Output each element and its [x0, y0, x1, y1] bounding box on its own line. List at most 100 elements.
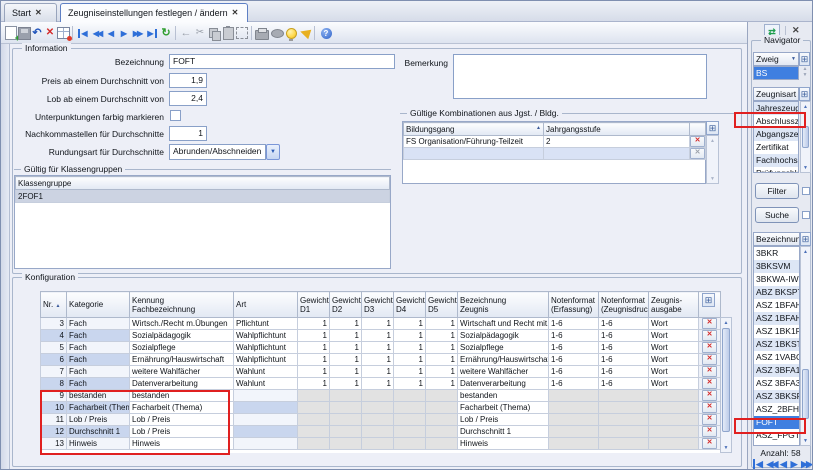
list-item[interactable]: ASZ 3BFA1 Helfer — [754, 364, 799, 377]
cell[interactable]: 6 — [41, 354, 67, 366]
cell[interactable]: 1 — [298, 366, 330, 378]
cell[interactable]: 5 — [41, 342, 67, 354]
column-header-kennung[interactable]: KennungFachbezeichnung — [130, 292, 234, 318]
scroll-up-icon[interactable]: ▲ — [707, 136, 718, 145]
filter-checkbox[interactable] — [802, 187, 810, 195]
cell[interactable]: 4 — [41, 330, 67, 342]
zweig-mini-scrollbar[interactable]: ▲ ▼ — [800, 66, 810, 78]
scrollbar-thumb[interactable] — [722, 328, 730, 432]
delete-row-button[interactable]: ✕ — [702, 366, 717, 377]
cell[interactable]: 1-6 — [549, 342, 599, 354]
paste-button[interactable] — [221, 25, 235, 41]
scroll-down-icon[interactable]: ▼ — [707, 174, 718, 183]
dataset-button[interactable] — [56, 25, 70, 41]
cell[interactable]: 1 — [330, 354, 362, 366]
delete-row-button[interactable]: ✕ — [702, 378, 717, 389]
cell[interactable]: Wort — [649, 318, 699, 330]
cell[interactable]: weitere Wahlfächer — [458, 366, 549, 378]
cell[interactable]: 2FOF1 — [16, 190, 390, 203]
column-header-gewicht-d1[interactable]: GewichtD1 — [298, 292, 330, 318]
cell[interactable]: 1 — [394, 342, 426, 354]
table-row[interactable]: 4FachSozialpädagogikWahlpflichtunt11111S… — [41, 330, 721, 342]
list-item[interactable]: 3BKSVM — [754, 260, 799, 273]
unterpunktungen-checkbox[interactable] — [170, 110, 181, 121]
cell[interactable]: 1 — [298, 330, 330, 342]
cell[interactable]: Hinweis — [458, 438, 549, 450]
cell[interactable]: 1-6 — [549, 354, 599, 366]
cell[interactable]: 1-6 — [549, 366, 599, 378]
cell[interactable]: 1 — [362, 342, 394, 354]
new-record-button[interactable]: + — [4, 25, 18, 41]
history-back-button[interactable]: ← — [179, 25, 193, 41]
list-item[interactable]: Prüfungsblatt — [754, 167, 798, 173]
delete-row-button[interactable]: ✕ — [702, 426, 717, 437]
cell[interactable]: Facharbeit (Thema) — [458, 402, 549, 414]
cell[interactable] — [404, 148, 544, 160]
cell[interactable]: Fach — [67, 378, 130, 390]
cell[interactable]: 1 — [330, 342, 362, 354]
cell[interactable]: Fach — [67, 342, 130, 354]
cell[interactable] — [234, 414, 298, 426]
zeugnisart-grid-button[interactable]: ⊞ — [799, 87, 810, 101]
hint-button[interactable] — [284, 25, 298, 41]
list-item[interactable]: ABZ BKSPT — [754, 286, 799, 299]
column-header-gewicht-d5[interactable]: GewichtD5 — [426, 292, 458, 318]
cell[interactable]: 1-6 — [599, 378, 649, 390]
cell[interactable]: 1 — [298, 342, 330, 354]
scroll-down-icon[interactable]: ▼ — [801, 436, 810, 445]
cell[interactable]: 1 — [330, 318, 362, 330]
cell[interactable]: Fach — [67, 330, 130, 342]
cell[interactable] — [234, 426, 298, 438]
cell[interactable]: Fach — [67, 354, 130, 366]
cell[interactable]: 1 — [426, 330, 458, 342]
cell[interactable] — [234, 390, 298, 402]
cell[interactable]: 1 — [394, 318, 426, 330]
go-first-button[interactable]: ◀ — [76, 25, 90, 41]
cell[interactable]: 1-6 — [599, 342, 649, 354]
cell[interactable]: 7 — [41, 366, 67, 378]
copy-button[interactable] — [207, 25, 221, 41]
cell[interactable]: Fach — [67, 318, 130, 330]
cell[interactable]: Durchschnitt 1 — [458, 426, 549, 438]
list-item[interactable]: ASZ 1BFAHT — [754, 299, 799, 312]
cell[interactable]: Sozialpädagogik — [458, 330, 549, 342]
table-row[interactable]: 7Fachweitere WahlfächerWahlunt11111weite… — [41, 366, 721, 378]
list-item[interactable]: 3BKR — [754, 247, 799, 260]
cell[interactable]: 1-6 — [599, 330, 649, 342]
cell[interactable]: bestanden — [458, 390, 549, 402]
delete-row-button[interactable]: ✕ — [702, 414, 717, 425]
cell[interactable]: Pflichtunt — [234, 318, 298, 330]
cell[interactable]: 1 — [298, 378, 330, 390]
cell[interactable]: 1 — [330, 378, 362, 390]
cell[interactable]: 1 — [298, 318, 330, 330]
go-first-button[interactable]: ◀ — [753, 459, 763, 470]
delete-row-button[interactable]: ✕ — [702, 402, 717, 413]
refresh-button[interactable]: ↻ — [159, 25, 173, 41]
column-header-kategorie[interactable]: Kategorie — [67, 292, 130, 318]
kombinationen-scrollbar[interactable]: ▲ ▼ — [706, 135, 719, 184]
print-button[interactable] — [255, 25, 269, 41]
go-prev-button[interactable]: ◀ — [104, 25, 118, 41]
go-next-button[interactable]: ▶ — [791, 459, 798, 470]
delete-button[interactable]: ✕ — [43, 25, 57, 41]
column-header-notenformat-zeugnisdruck[interactable]: Notenformat(Zeugnisdruck) — [599, 292, 649, 318]
konfiguration-grid-button[interactable]: ⊞ — [702, 293, 715, 307]
cell[interactable]: 1 — [394, 330, 426, 342]
delete-row-button[interactable]: ✕ — [702, 318, 717, 329]
table-row[interactable]: 3FachWirtsch./Recht m.ÜbungenPflichtunt1… — [41, 318, 721, 330]
scrollbar-thumb[interactable] — [802, 369, 809, 419]
cell[interactable]: 3 — [41, 318, 67, 330]
konfiguration-scrollbar[interactable]: ▲ ▼ — [720, 317, 732, 453]
cell[interactable]: 1 — [362, 366, 394, 378]
scroll-up-icon[interactable]: ▲ — [721, 318, 731, 327]
cell[interactable]: 1 — [362, 330, 394, 342]
suche-checkbox[interactable] — [802, 211, 810, 219]
list-item[interactable]: ASZ 1BFAHT_1 — [754, 312, 799, 325]
cell[interactable]: Wirtschaft und Recht mit... — [458, 318, 549, 330]
list-item[interactable]: Fachhochschulre... — [754, 154, 798, 167]
column-header-gewicht-d4[interactable]: GewichtD4 — [394, 292, 426, 318]
column-header-gewicht-d2[interactable]: GewichtD2 — [330, 292, 362, 318]
cell[interactable]: 1-6 — [549, 330, 599, 342]
column-header-bezeichnung-zeugnis[interactable]: BezeichnungZeugnis — [458, 292, 549, 318]
go-next-fast-button[interactable]: ▶▶ — [130, 25, 144, 41]
